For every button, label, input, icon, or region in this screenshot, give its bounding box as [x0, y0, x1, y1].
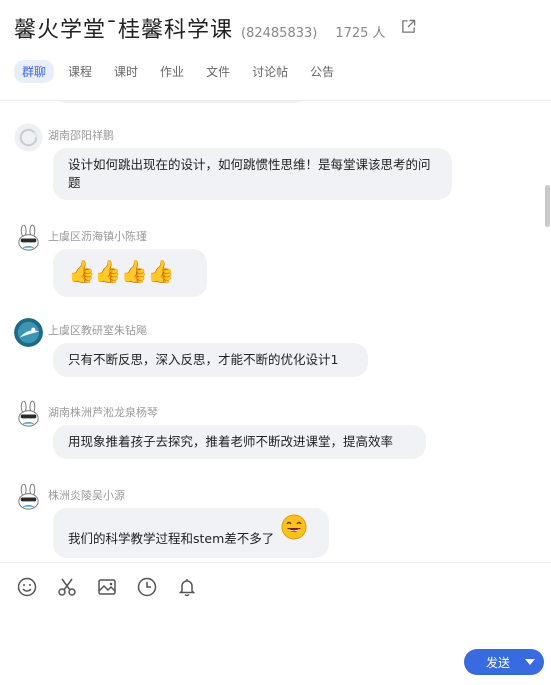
- tab-discussion[interactable]: 讨论帖: [244, 60, 296, 83]
- tab-lesson[interactable]: 课时: [106, 60, 146, 83]
- sender-name: 湖南株洲芦淞龙泉杨琴: [48, 406, 158, 419]
- member-count[interactable]: 1725 人: [335, 22, 385, 41]
- sender-name: 湖南邵阳祥鹏: [48, 129, 114, 142]
- tab-group-chat[interactable]: 群聊: [14, 60, 55, 83]
- scissors-icon[interactable]: [56, 576, 78, 598]
- tab-bar: 群聊 课程 课时 作业 文件 讨论帖 公告: [14, 60, 342, 83]
- rabbit-avatar-icon[interactable]: [14, 483, 43, 512]
- tab-homework[interactable]: 作业: [152, 60, 192, 83]
- group-id: (82485833): [241, 26, 318, 41]
- tab-course[interactable]: 课程: [60, 60, 100, 83]
- previous-message-bubble: [53, 101, 308, 103]
- chat-header: 馨火学堂¯桂馨科学课 (82485833) 1725 人 群聊 课程 课时 作业…: [0, 0, 551, 101]
- tab-files[interactable]: 文件: [198, 60, 238, 83]
- sender-name: 上虞区教研室朱钻飚: [48, 324, 147, 337]
- message-bubble: 👍👍👍👍: [53, 249, 207, 297]
- message-bubble: 设计如何跳出现在的设计，如何跳惯性思维！是每堂课该思考的问题: [53, 148, 452, 200]
- rabbit-avatar-icon[interactable]: [14, 224, 43, 253]
- rabbit-avatar-icon[interactable]: [14, 400, 43, 429]
- group-title: 馨火学堂¯桂馨科学课: [14, 18, 234, 43]
- chat-scrollbar[interactable]: [545, 185, 550, 227]
- chat-messages[interactable]: 湖南邵阳祥鹏 设计如何跳出现在的设计，如何跳惯性思维！是每堂课该思考的问题 上虞…: [0, 101, 541, 561]
- send-button-label: 发送: [486, 655, 511, 670]
- bell-icon[interactable]: [176, 576, 198, 598]
- message-bubble: 我们的科学教学过程和stem差不多了: [53, 508, 329, 558]
- sea-avatar-icon[interactable]: [14, 318, 43, 347]
- chat-message: 株洲炎陵吴小源 我们的科学教学过程和stem差不多了: [0, 481, 541, 561]
- ring-avatar-icon[interactable]: [14, 123, 43, 152]
- clock-icon[interactable]: [136, 576, 158, 598]
- chat-message: 湖南邵阳祥鹏 设计如何跳出现在的设计，如何跳惯性思维！是每堂课该思考的问题: [0, 121, 541, 211]
- message-text: 我们的科学教学过程和stem差不多了: [68, 531, 275, 546]
- grin-emoji-icon: [281, 514, 307, 540]
- chevron-down-icon[interactable]: [525, 659, 535, 665]
- composer-toolbar: [16, 576, 198, 598]
- tab-announcement[interactable]: 公告: [302, 60, 342, 83]
- chat-message: 上虞区沥海镇小陈瑾 👍👍👍👍: [0, 222, 541, 302]
- sender-name: 株洲炎陵吴小源: [48, 489, 125, 502]
- sender-name: 上虞区沥海镇小陈瑾: [48, 230, 147, 243]
- image-icon[interactable]: [96, 576, 118, 598]
- message-bubble: 用现象推着孩子去探究，推着老师不断改进课堂，提高效率: [53, 425, 426, 459]
- chat-message: 湖南株洲芦淞龙泉杨琴 用现象推着孩子去探究，推着老师不断改进课堂，提高效率: [0, 398, 541, 468]
- message-bubble: 只有不断反思，深入反思，才能不断的优化设计1: [53, 343, 368, 377]
- composer: 发送: [0, 562, 551, 685]
- smiley-icon[interactable]: [16, 576, 38, 598]
- external-link-icon[interactable]: [401, 19, 416, 34]
- send-button[interactable]: 发送: [464, 649, 544, 675]
- title-row: 馨火学堂¯桂馨科学课 (82485833) 1725 人: [14, 12, 386, 44]
- chat-message: 上虞区教研室朱钻飚 只有不断反思，深入反思，才能不断的优化设计1: [0, 316, 541, 386]
